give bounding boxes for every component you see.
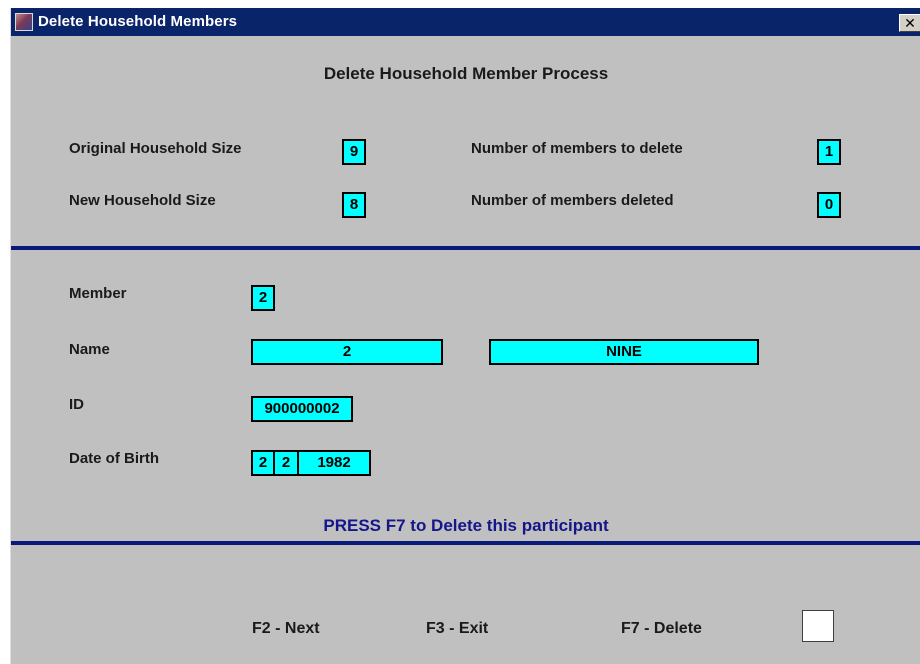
app-icon — [15, 13, 33, 31]
delete-prompt: PRESS F7 to Delete this participant — [323, 516, 609, 535]
date-of-birth-label: Date of Birth — [69, 450, 159, 467]
original-household-size-label: Original Household Size — [69, 140, 242, 157]
section-divider-bottom — [11, 541, 920, 545]
last-name-field[interactable]: NINE — [489, 339, 759, 365]
original-household-size-field[interactable]: 9 — [342, 139, 366, 165]
dob-day-field[interactable]: 2 — [275, 452, 299, 474]
f2-next-key[interactable]: F2 - Next — [252, 620, 320, 638]
delete-household-members-window: Delete Household Members ✕ Delete Househ… — [10, 8, 920, 664]
f3-exit-key[interactable]: F3 - Exit — [426, 620, 488, 638]
name-label: Name — [69, 341, 110, 358]
confirm-checkbox[interactable] — [802, 610, 834, 642]
members-deleted-field[interactable]: 0 — [817, 192, 841, 218]
f7-delete-key[interactable]: F7 - Delete — [621, 620, 702, 638]
date-of-birth-field: 2 2 1982 — [251, 450, 371, 476]
id-field[interactable]: 900000002 — [251, 396, 353, 422]
members-to-delete-label: Number of members to delete — [471, 140, 683, 157]
title-bar: Delete Household Members ✕ — [11, 8, 920, 36]
member-label: Member — [69, 285, 127, 302]
first-name-field[interactable]: 2 — [251, 339, 443, 365]
members-deleted-label: Number of members deleted — [471, 192, 674, 209]
page-title: Delete Household Member Process — [323, 64, 609, 83]
dob-month-field[interactable]: 2 — [253, 452, 275, 474]
close-icon[interactable]: ✕ — [899, 14, 920, 32]
dob-year-field[interactable]: 1982 — [299, 452, 369, 474]
new-household-size-field[interactable]: 8 — [342, 192, 366, 218]
window-title: Delete Household Members — [38, 13, 238, 30]
members-to-delete-field[interactable]: 1 — [817, 139, 841, 165]
member-number-field[interactable]: 2 — [251, 285, 275, 311]
section-divider-top — [11, 246, 920, 250]
id-label: ID — [69, 396, 84, 413]
new-household-size-label: New Household Size — [69, 192, 216, 209]
